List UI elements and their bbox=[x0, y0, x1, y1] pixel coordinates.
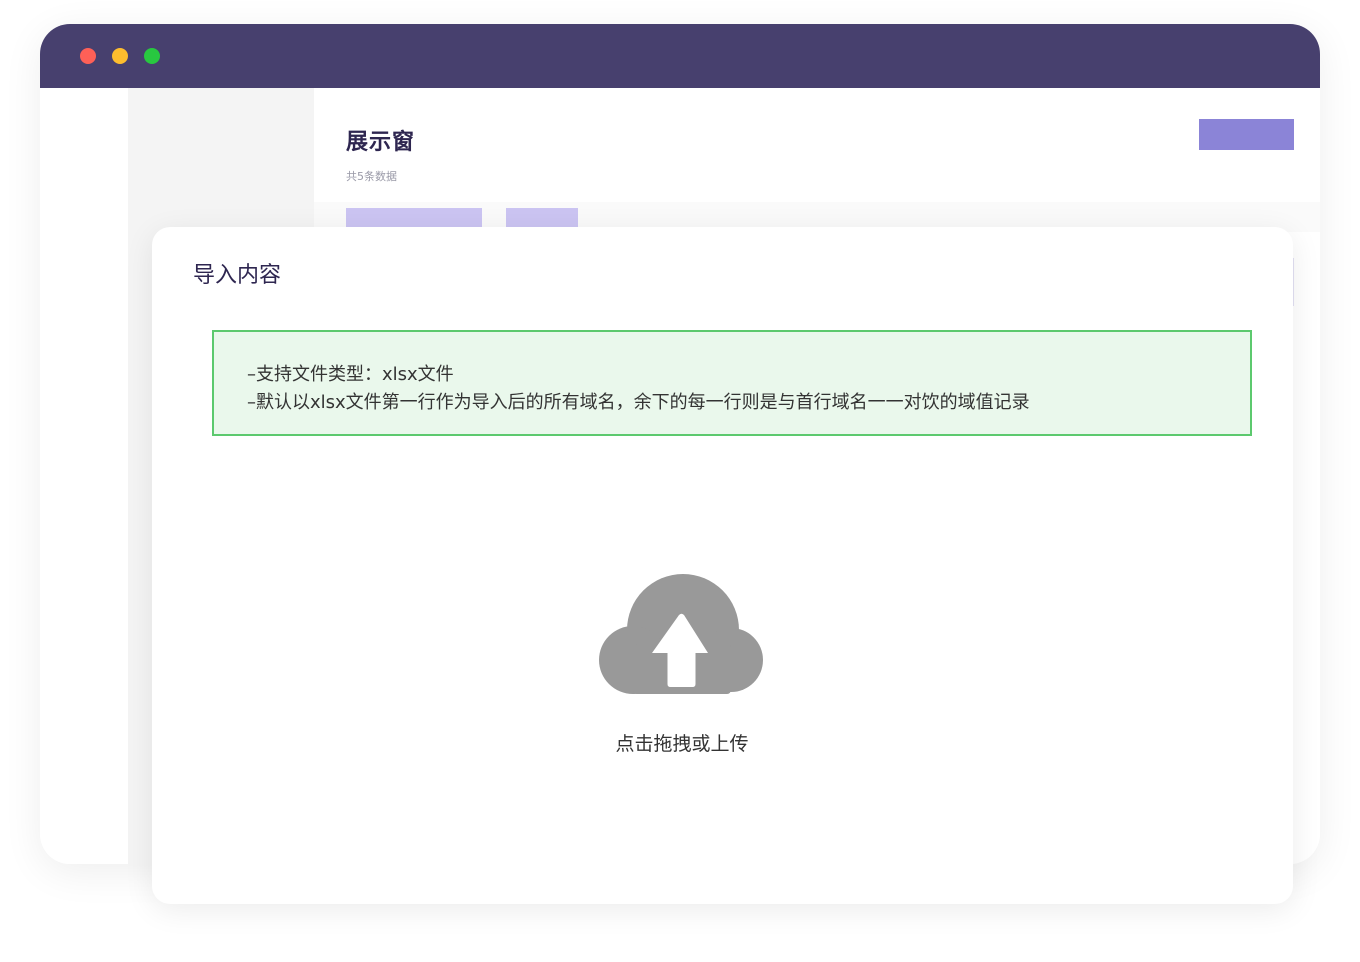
nav-rail bbox=[40, 88, 128, 864]
record-count: 共5条数据 bbox=[346, 170, 397, 183]
cloud-upload-icon bbox=[599, 574, 763, 694]
notice-line-file-type: –支持文件类型：xlsx文件 bbox=[247, 364, 454, 385]
header-action-button[interactable] bbox=[1199, 119, 1294, 150]
maximize-window-button[interactable] bbox=[144, 48, 160, 64]
notice-line-format: –默认以xlsx文件第一行作为导入后的所有域名，余下的每一行则是与首行域名一一对… bbox=[247, 392, 1030, 413]
upload-dropzone[interactable]: 点击拖拽或上传 bbox=[597, 572, 767, 762]
import-modal: 导入内容 –支持文件类型：xlsx文件 –默认以xlsx文件第一行作为导入后的所… bbox=[152, 227, 1293, 904]
minimize-window-button[interactable] bbox=[112, 48, 128, 64]
page-title: 展示窗 bbox=[346, 130, 416, 155]
close-window-button[interactable] bbox=[80, 48, 96, 64]
upload-label: 点击拖拽或上传 bbox=[615, 733, 749, 755]
modal-title: 导入内容 bbox=[193, 263, 282, 288]
title-bar bbox=[40, 24, 1320, 88]
import-notice: –支持文件类型：xlsx文件 –默认以xlsx文件第一行作为导入后的所有域名，余… bbox=[212, 330, 1252, 436]
